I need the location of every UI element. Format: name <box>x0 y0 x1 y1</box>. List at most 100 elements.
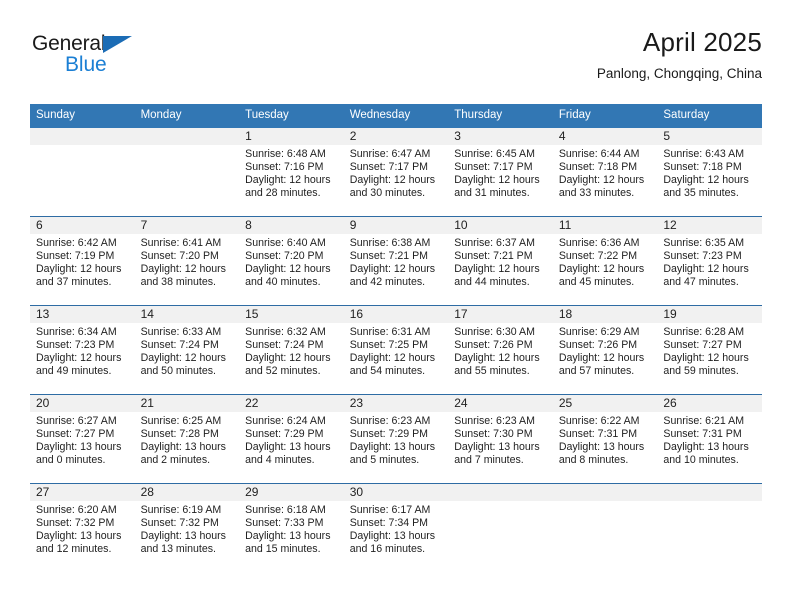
day-cell[interactable]: 14 Sunrise: 6:33 AM Sunset: 7:24 PM Dayligh… <box>134 306 240 394</box>
day-cell[interactable]: 27 Sunrise: 6:20 AM Sunset: 7:32 PM Dayligh… <box>30 484 135 572</box>
sunrise-text: Sunrise: 6:47 AM <box>349 148 431 160</box>
day-number: 21 <box>134 395 240 412</box>
day-cell-empty <box>134 128 240 216</box>
day-number: 5 <box>657 128 762 145</box>
day-number: 13 <box>30 306 135 323</box>
day-number: 30 <box>343 484 449 501</box>
day-cell[interactable]: 19 Sunrise: 6:28 AM Sunset: 7:27 PM Dayligh… <box>657 306 762 394</box>
day-cell[interactable]: 12 Sunrise: 6:35 AM Sunset: 7:23 PM Dayligh… <box>657 217 762 305</box>
daylight-text-line2: and 8 minutes. <box>558 454 629 467</box>
day-cell[interactable]: 18 Sunrise: 6:29 AM Sunset: 7:26 PM Dayligh… <box>552 306 658 394</box>
day-number: 22 <box>239 395 344 412</box>
calendar-cell: 3 Sunrise: 6:45 AM Sunset: 7:17 PM Daylight… <box>448 128 553 217</box>
day-number: 24 <box>448 395 553 412</box>
sunrise-text: Sunrise: 6:31 AM <box>349 326 431 338</box>
day-cell[interactable]: 9 Sunrise: 6:38 AM Sunset: 7:21 PM Daylight… <box>343 217 449 305</box>
sunrise-text: Sunrise: 6:35 AM <box>663 237 745 249</box>
day-number: 18 <box>552 306 658 323</box>
day-cell[interactable]: 4 Sunrise: 6:44 AM Sunset: 7:18 PM Daylight… <box>552 128 658 216</box>
day-number: 26 <box>657 395 762 412</box>
day-info: Sunrise: 6:19 AM Sunset: 7:32 PM Daylight:… <box>135 501 240 556</box>
daylight-text-line2: and 52 minutes. <box>245 365 321 378</box>
daylight-text-line1: Daylight: 13 hours <box>349 441 436 454</box>
day-number: 12 <box>657 217 762 234</box>
day-cell[interactable]: 6 Sunrise: 6:42 AM Sunset: 7:19 PM Daylight… <box>30 217 135 305</box>
sunset-text: Sunset: 7:18 PM <box>663 161 742 174</box>
day-cell[interactable]: 20 Sunrise: 6:27 AM Sunset: 7:27 PM Dayligh… <box>30 395 135 483</box>
day-cell[interactable]: 15 Sunrise: 6:32 AM Sunset: 7:24 PM Dayligh… <box>239 306 344 394</box>
day-info: Sunrise: 6:42 AM Sunset: 7:19 PM Daylight:… <box>30 234 135 289</box>
day-number: 20 <box>30 395 135 412</box>
day-cell[interactable]: 1 Sunrise: 6:48 AM Sunset: 7:16 PM Daylight… <box>239 128 344 216</box>
day-cell[interactable]: 23 Sunrise: 6:23 AM Sunset: 7:29 PM Dayligh… <box>343 395 449 483</box>
daylight-text-line2: and 55 minutes. <box>454 365 530 378</box>
calendar-cell: 20 Sunrise: 6:27 AM Sunset: 7:27 PM Dayligh… <box>30 394 135 484</box>
day-info: Sunrise: 6:22 AM Sunset: 7:31 PM Daylight:… <box>553 412 658 467</box>
day-number: 4 <box>552 128 658 145</box>
calendar-cell: 2 Sunrise: 6:47 AM Sunset: 7:17 PM Daylight… <box>343 128 449 217</box>
calendar-cell: 13 Sunrise: 6:34 AM Sunset: 7:23 PM Dayligh… <box>30 305 135 395</box>
day-info: Sunrise: 6:20 AM Sunset: 7:32 PM Daylight:… <box>30 501 135 556</box>
daylight-text-line2: and 37 minutes. <box>36 276 112 289</box>
day-cell-empty <box>552 484 658 572</box>
day-number <box>134 128 240 145</box>
day-cell[interactable]: 25 Sunrise: 6:22 AM Sunset: 7:31 PM Dayligh… <box>552 395 658 483</box>
day-number: 3 <box>448 128 553 145</box>
sunset-text: Sunset: 7:16 PM <box>245 161 324 174</box>
calendar-cell: 25 Sunrise: 6:22 AM Sunset: 7:31 PM Dayligh… <box>552 394 658 484</box>
daylight-text-line2: and 13 minutes. <box>140 543 216 556</box>
sunset-text: Sunset: 7:21 PM <box>349 250 429 263</box>
day-cell[interactable]: 2 Sunrise: 6:47 AM Sunset: 7:17 PM Daylight… <box>343 128 449 216</box>
day-cell[interactable]: 3 Sunrise: 6:45 AM Sunset: 7:17 PM Daylight… <box>448 128 553 216</box>
day-number: 19 <box>657 306 762 323</box>
day-info: Sunrise: 6:23 AM Sunset: 7:30 PM Daylight:… <box>448 412 553 467</box>
day-number: 28 <box>134 484 240 501</box>
daylight-text-line2: and 44 minutes. <box>454 276 530 289</box>
day-info: Sunrise: 6:27 AM Sunset: 7:27 PM Daylight:… <box>30 412 135 467</box>
day-cell[interactable]: 26 Sunrise: 6:21 AM Sunset: 7:31 PM Dayligh… <box>657 395 762 483</box>
day-number: 16 <box>343 306 449 323</box>
daylight-text-line1: Daylight: 12 hours <box>558 263 645 276</box>
day-number: 11 <box>552 217 658 234</box>
day-cell[interactable]: 22 Sunrise: 6:24 AM Sunset: 7:29 PM Dayligh… <box>239 395 344 483</box>
daylight-text-line1: Daylight: 12 hours <box>349 263 436 276</box>
day-info: Sunrise: 6:29 AM Sunset: 7:26 PM Daylight:… <box>553 323 658 378</box>
sunrise-text: Sunrise: 6:29 AM <box>558 326 640 338</box>
daylight-text-line1: Daylight: 12 hours <box>663 352 749 365</box>
day-cell[interactable]: 17 Sunrise: 6:30 AM Sunset: 7:26 PM Dayligh… <box>448 306 553 394</box>
day-cell[interactable]: 7 Sunrise: 6:41 AM Sunset: 7:20 PM Daylight… <box>134 217 240 305</box>
day-number: 25 <box>552 395 658 412</box>
daylight-text-line2: and 50 minutes. <box>140 365 216 378</box>
daylight-text-line2: and 10 minutes. <box>663 454 739 467</box>
sunrise-text: Sunrise: 6:20 AM <box>36 504 117 516</box>
calendar-cell: 19 Sunrise: 6:28 AM Sunset: 7:27 PM Dayligh… <box>657 305 762 395</box>
sunrise-text: Sunrise: 6:27 AM <box>36 415 117 427</box>
day-cell[interactable]: 13 Sunrise: 6:34 AM Sunset: 7:23 PM Dayligh… <box>30 306 135 394</box>
day-cell[interactable]: 5 Sunrise: 6:43 AM Sunset: 7:18 PM Daylight… <box>657 128 762 216</box>
sunset-text: Sunset: 7:27 PM <box>663 339 742 352</box>
day-cell[interactable]: 29 Sunrise: 6:18 AM Sunset: 7:33 PM Dayligh… <box>239 484 344 572</box>
daylight-text-line1: Daylight: 13 hours <box>36 441 122 454</box>
calendar-page: General Blue April 2025 Panlong, Chongqi… <box>0 0 792 612</box>
day-cell[interactable]: 28 Sunrise: 6:19 AM Sunset: 7:32 PM Dayligh… <box>134 484 240 572</box>
day-info: Sunrise: 6:35 AM Sunset: 7:23 PM Daylight:… <box>657 234 762 289</box>
sunset-text: Sunset: 7:33 PM <box>245 517 324 530</box>
day-cell[interactable]: 8 Sunrise: 6:40 AM Sunset: 7:20 PM Daylight… <box>239 217 344 305</box>
calendar-week-row: 27 Sunrise: 6:20 AM Sunset: 7:32 PM Dayligh… <box>30 483 762 572</box>
calendar-cell: 30 Sunrise: 6:17 AM Sunset: 7:34 PM Dayligh… <box>343 483 449 572</box>
day-cell[interactable]: 24 Sunrise: 6:23 AM Sunset: 7:30 PM Dayligh… <box>448 395 553 483</box>
day-cell[interactable]: 10 Sunrise: 6:37 AM Sunset: 7:21 PM Dayligh… <box>448 217 553 305</box>
daylight-text-line2: and 28 minutes. <box>245 187 321 200</box>
day-info: Sunrise: 6:41 AM Sunset: 7:20 PM Daylight:… <box>135 234 240 289</box>
day-info: Sunrise: 6:48 AM Sunset: 7:16 PM Daylight:… <box>239 145 344 200</box>
daylight-text-line2: and 45 minutes. <box>558 276 635 289</box>
sunset-text: Sunset: 7:20 PM <box>140 250 219 263</box>
day-cell[interactable]: 11 Sunrise: 6:36 AM Sunset: 7:22 PM Dayligh… <box>552 217 658 305</box>
logo-text-blue: Blue <box>65 53 107 76</box>
day-number: 2 <box>343 128 449 145</box>
sunrise-sunset-calendar-table: Sunday Monday Tuesday Wednesday Thursday… <box>30 104 762 572</box>
day-cell[interactable]: 21 Sunrise: 6:25 AM Sunset: 7:28 PM Dayligh… <box>134 395 240 483</box>
day-cell[interactable]: 30 Sunrise: 6:17 AM Sunset: 7:34 PM Dayligh… <box>343 484 449 572</box>
day-cell[interactable]: 16 Sunrise: 6:31 AM Sunset: 7:25 PM Dayligh… <box>343 306 449 394</box>
sunrise-text: Sunrise: 6:37 AM <box>454 237 535 249</box>
